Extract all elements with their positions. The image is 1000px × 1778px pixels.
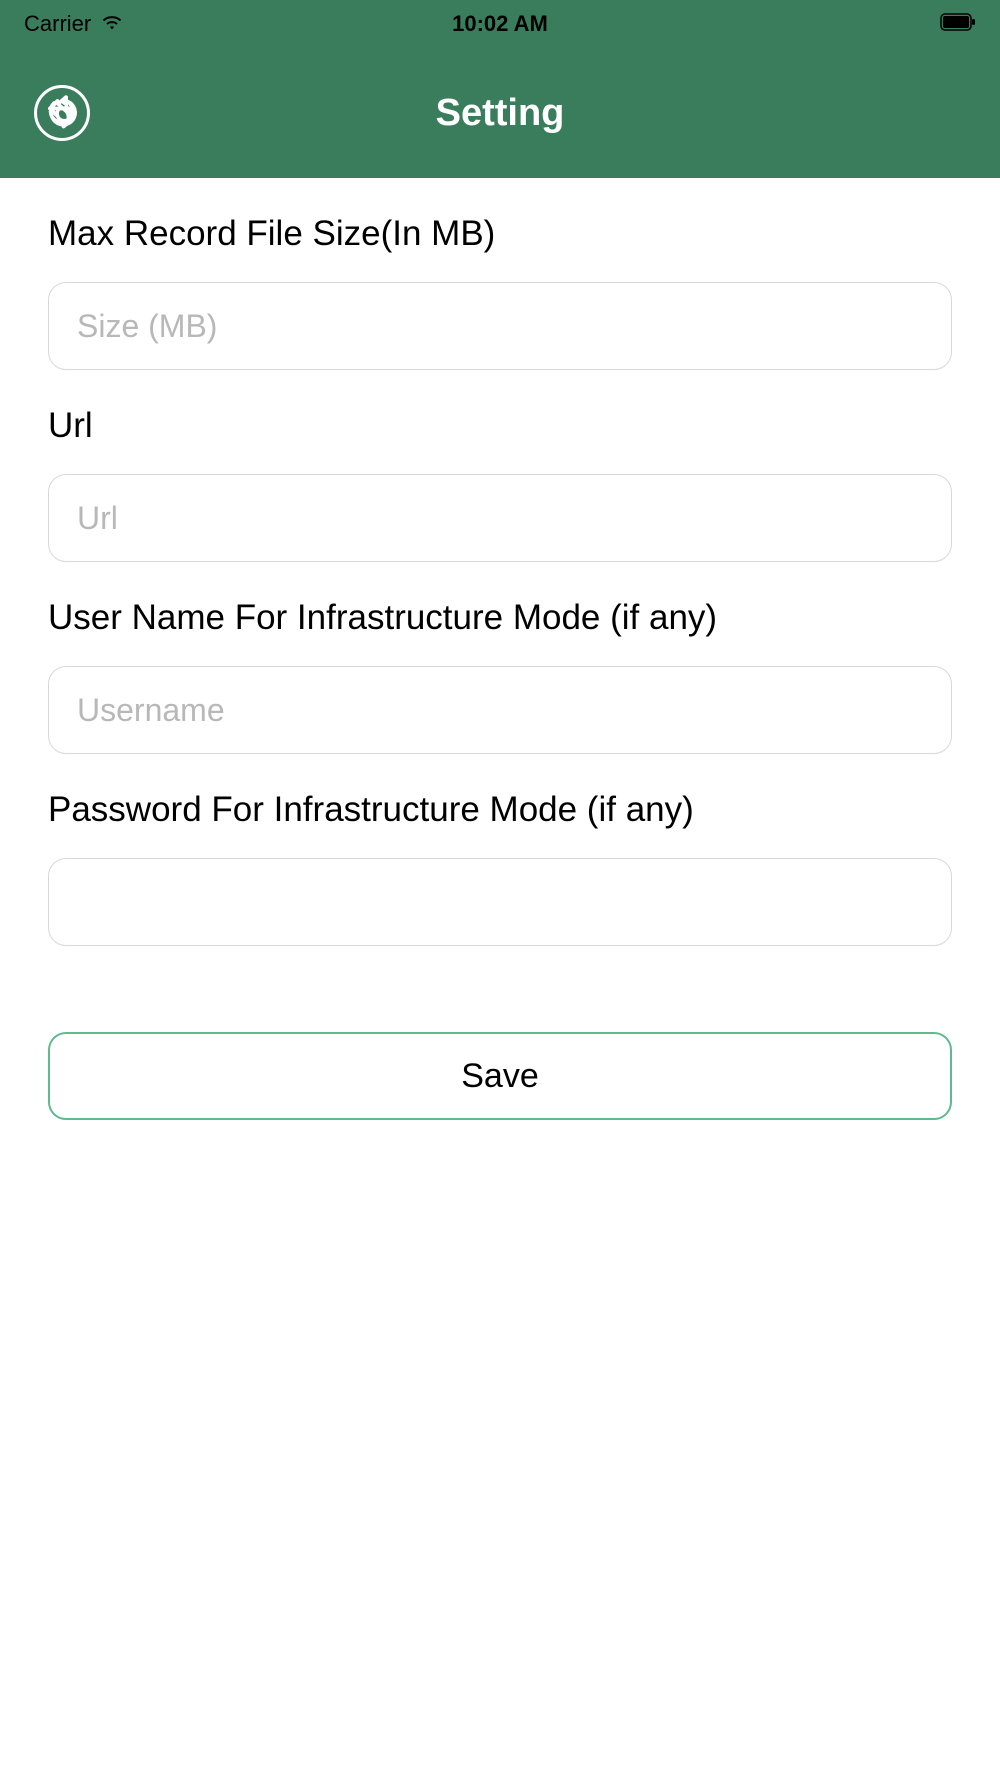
undo-icon [44,95,80,131]
username-input[interactable] [48,666,952,754]
carrier-label: Carrier [24,11,91,37]
status-bar: Carrier 10:02 AM [0,0,1000,48]
back-button[interactable] [34,85,90,141]
url-input[interactable] [48,474,952,562]
max-record-size-input[interactable] [48,282,952,370]
password-input[interactable] [48,858,952,946]
status-right [940,11,976,37]
field-group-url: Url [48,406,952,562]
status-time: 10:02 AM [452,11,548,37]
url-label: Url [48,406,952,446]
password-label: Password For Infrastructure Mode (if any… [48,790,952,830]
field-group-username: User Name For Infrastructure Mode (if an… [48,598,952,754]
header: Setting [0,48,1000,178]
wifi-icon [101,11,123,37]
field-group-max-record-size: Max Record File Size(In MB) [48,214,952,370]
content: Max Record File Size(In MB) Url User Nam… [0,178,1000,1120]
save-button[interactable]: Save [48,1032,952,1120]
page-title: Setting [436,92,565,135]
max-record-size-label: Max Record File Size(In MB) [48,214,952,254]
field-group-password: Password For Infrastructure Mode (if any… [48,790,952,946]
battery-icon [940,11,976,37]
username-label: User Name For Infrastructure Mode (if an… [48,598,952,638]
status-left: Carrier [24,11,123,37]
